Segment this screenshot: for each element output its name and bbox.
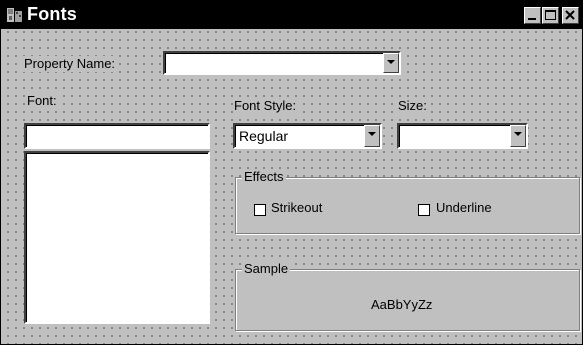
close-icon (565, 10, 575, 20)
property-name-combobox[interactable] (163, 51, 401, 75)
title-bar[interactable]: Fonts (1, 1, 582, 29)
strikeout-checkbox[interactable] (254, 204, 266, 216)
sample-group-label: Sample (242, 261, 291, 277)
underline-checkbox[interactable] (418, 204, 430, 216)
strikeout-label[interactable]: Strikeout (270, 200, 324, 216)
minimize-icon (528, 18, 536, 20)
font-style-combobox[interactable]: Regular (233, 123, 382, 149)
chevron-down-icon (368, 132, 376, 136)
size-combobox[interactable] (397, 123, 528, 149)
underline-label[interactable]: Underline (435, 200, 493, 216)
font-input[interactable] (24, 123, 210, 149)
close-button[interactable] (562, 7, 579, 24)
maximize-button[interactable] (542, 7, 559, 24)
app-icon (6, 6, 24, 24)
maximize-icon (545, 10, 556, 20)
effects-group-label: Effects (242, 169, 286, 185)
font-list[interactable] (24, 151, 210, 324)
minimize-button[interactable] (524, 7, 541, 24)
font-style-label: Font Style: (233, 98, 298, 114)
font-style-value: Regular (239, 128, 289, 144)
sample-group: Sample AaBbYyZz (235, 261, 580, 331)
fonts-dialog: Fonts Property Name: Font: Font Style: R… (0, 0, 583, 345)
size-label: Size: (397, 98, 428, 114)
sample-text: AaBbYyZz (371, 297, 433, 312)
effects-group: Effects Strikeout Underline (235, 169, 580, 234)
property-name-label: Property Name: (23, 56, 117, 72)
chevron-down-icon (514, 132, 522, 136)
window-title: Fonts (27, 4, 77, 24)
font-label: Font: (26, 93, 58, 109)
chevron-down-icon (387, 60, 395, 64)
font-style-dropdown-button[interactable] (364, 125, 380, 147)
property-name-dropdown-button[interactable] (383, 53, 399, 73)
size-dropdown-button[interactable] (510, 125, 526, 147)
